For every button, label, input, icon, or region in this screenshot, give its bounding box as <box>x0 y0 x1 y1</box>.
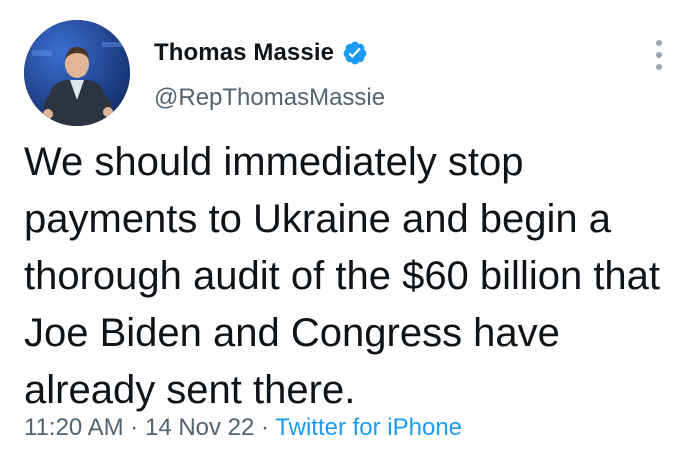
tweet-time[interactable]: 11:20 AM <box>24 414 124 441</box>
tweet-metadata: 11:20 AM · 14 Nov 22 · Twitter for iPhon… <box>24 414 462 442</box>
more-options-icon[interactable] <box>654 40 664 70</box>
avatar[interactable] <box>24 20 130 126</box>
tweet-text: We should immediately stop payments to U… <box>24 140 661 412</box>
profile-photo-icon <box>24 20 130 126</box>
more-dot <box>656 64 662 70</box>
tweet-card: Thomas Massie @RepThomasMassie We should… <box>0 0 700 466</box>
display-name[interactable]: Thomas Massie <box>154 39 334 67</box>
verified-badge-icon <box>342 40 368 66</box>
meta-separator: · <box>261 414 270 441</box>
more-dot <box>656 40 662 46</box>
author-name-row[interactable]: Thomas Massie <box>154 38 368 68</box>
more-dot <box>656 52 662 58</box>
meta-separator: · <box>130 414 139 441</box>
tweet-source-link[interactable]: Twitter for iPhone <box>275 414 462 441</box>
author-handle[interactable]: @RepThomasMassie <box>154 84 385 112</box>
tweet-date[interactable]: 14 Nov 22 <box>145 414 254 441</box>
